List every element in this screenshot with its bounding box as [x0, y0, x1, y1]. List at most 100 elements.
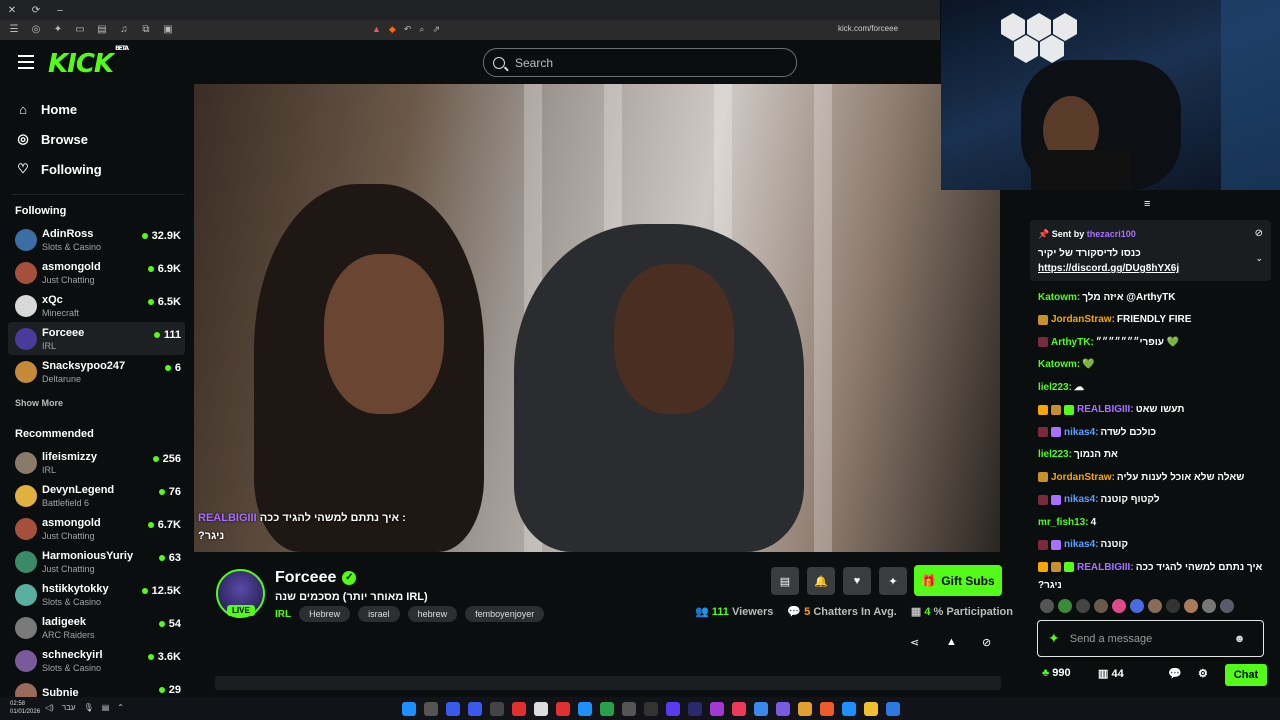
follow-button[interactable]: ♥: [843, 567, 871, 595]
app-icon[interactable]: [666, 702, 680, 716]
sidebar-channel[interactable]: asmongold Just Chatting 6.7K: [0, 512, 193, 545]
app-icon[interactable]: [820, 702, 834, 716]
app-icon[interactable]: [578, 702, 592, 716]
emote[interactable]: [1184, 599, 1198, 613]
chat-input-box[interactable]: ✦ ☻: [1037, 620, 1264, 657]
share-icon[interactable]: ⋖: [910, 636, 919, 649]
warning-icon[interactable]: ▲: [372, 24, 381, 35]
sidebar-channel[interactable]: AdinRoss Slots & Casino 32.9K: [0, 223, 193, 256]
search-bar[interactable]: [483, 48, 797, 77]
app-icon[interactable]: [886, 702, 900, 716]
subs-display[interactable]: ▥ 44: [1098, 667, 1124, 680]
nav-browse[interactable]: ◎ Browse: [0, 124, 193, 154]
sidebar-channel[interactable]: HarmoniousYuriy Just Chatting 63: [0, 545, 193, 578]
emoji-icon[interactable]: ☻: [1234, 633, 1246, 645]
app-icon[interactable]: [732, 702, 746, 716]
chat-username[interactable]: Katowm:: [1038, 291, 1080, 304]
sidebar-icon[interactable]: ▭: [72, 24, 88, 36]
sidebar-channel[interactable]: asmongold Just Chatting 6.9K: [0, 256, 193, 289]
language-indicator[interactable]: עבר: [62, 703, 76, 712]
emote[interactable]: [1112, 599, 1126, 613]
tag[interactable]: Hebrew: [299, 606, 351, 622]
sidebar-channel[interactable]: ladigeek ARC Raiders 54: [0, 611, 193, 644]
address-bar[interactable]: kick.com/forceee: [838, 24, 898, 33]
chat-username[interactable]: Katowm:: [1038, 358, 1080, 371]
gear-icon[interactable]: ⚙: [1198, 667, 1208, 680]
chat-send-button[interactable]: Chat: [1225, 664, 1267, 686]
chat-username[interactable]: mr_fish13:: [1038, 516, 1089, 529]
app-icon[interactable]: [534, 702, 548, 716]
sidebar-channel[interactable]: hstikkytokky Slots & Casino 12.5K: [0, 578, 193, 611]
points-display[interactable]: ♣ 990: [1042, 667, 1071, 679]
app-icon[interactable]: [688, 702, 702, 716]
chat-username[interactable]: nikas4:: [1064, 538, 1098, 551]
chat-username[interactable]: nikas4:: [1064, 426, 1098, 439]
chevron-down-icon[interactable]: ⌄: [1255, 253, 1263, 264]
app-icon[interactable]: [644, 702, 658, 716]
mic-icon[interactable]: 🎙: [84, 703, 94, 712]
tag[interactable]: israel: [358, 606, 400, 622]
back-icon[interactable]: ↶: [404, 24, 412, 35]
sidebar-channel[interactable]: xQc Minecraft 6.5K: [0, 289, 193, 322]
emote[interactable]: [1040, 599, 1054, 613]
notes-icon[interactable]: ▤: [102, 703, 110, 712]
app-icon[interactable]: [468, 702, 482, 716]
sparkle-icon[interactable]: ✦: [1048, 630, 1060, 647]
search-icon[interactable]: ⌕: [419, 24, 424, 35]
app-icon[interactable]: [600, 702, 614, 716]
app-icon[interactable]: [446, 702, 460, 716]
app-icon[interactable]: [798, 702, 812, 716]
emote[interactable]: [1058, 599, 1072, 613]
sidebar-channel[interactable]: lifeismizzy IRL 256: [0, 446, 193, 479]
speaker-icon[interactable]: ◁): [45, 703, 54, 712]
close-window-button[interactable]: ✕: [0, 5, 24, 16]
chat-username[interactable]: REALBIGIII:: [1077, 403, 1134, 416]
reload-button[interactable]: ⟳: [24, 5, 48, 16]
nav-following[interactable]: ♡ Following: [0, 154, 193, 184]
chevron-up-icon[interactable]: ⌃: [117, 703, 124, 712]
hide-icon[interactable]: ⊘: [982, 636, 991, 649]
streamer-name[interactable]: Forceee ✓: [275, 569, 357, 587]
tag[interactable]: hebrew: [407, 606, 458, 622]
emote[interactable]: [1166, 599, 1180, 613]
menu-icon[interactable]: ☰: [6, 24, 22, 36]
chat-username[interactable]: JordanStraw:: [1051, 313, 1115, 326]
chat-username[interactable]: nikas4:: [1064, 493, 1098, 506]
app-icon[interactable]: [754, 702, 768, 716]
sidebar-channel[interactable]: DevynLegend Battlefield 6 76: [0, 479, 193, 512]
app-icon[interactable]: [710, 702, 724, 716]
app-icon[interactable]: [556, 702, 570, 716]
report-icon[interactable]: ▲: [946, 636, 957, 648]
pinned-user[interactable]: thezacri100: [1087, 229, 1136, 239]
emote[interactable]: [1202, 599, 1216, 613]
kick-logo[interactable]: KICKBETA: [48, 45, 129, 79]
chat-bubble-icon[interactable]: 💬: [1168, 667, 1182, 680]
app-icon[interactable]: [490, 702, 504, 716]
unpin-icon[interactable]: ⊘: [1255, 228, 1263, 239]
chat-username[interactable]: liel223:: [1038, 381, 1072, 394]
reader-icon[interactable]: ▣: [160, 24, 176, 36]
emote[interactable]: [1220, 599, 1234, 613]
video-player[interactable]: REALBIGIII איך נתתם למשהי להגיד ככה : ?נ…: [194, 84, 1000, 552]
music-icon[interactable]: ♫: [116, 24, 132, 36]
sparkle-button[interactable]: ✦: [879, 567, 907, 595]
share-icon[interactable]: ⇗: [432, 24, 440, 35]
collapse-icon[interactable]: ≡: [1144, 198, 1150, 210]
brave-icon[interactable]: ◆: [389, 24, 396, 35]
gift-subs-button[interactable]: 🎁 Gift Subs: [914, 565, 1002, 596]
minimize-window-button[interactable]: –: [48, 5, 72, 16]
app-icon[interactable]: [864, 702, 878, 716]
nav-home[interactable]: ⌂ Home: [0, 94, 193, 124]
search-input[interactable]: [513, 54, 777, 71]
emote[interactable]: [1076, 599, 1090, 613]
hamburger-menu-button[interactable]: [18, 55, 34, 69]
pinned-link[interactable]: https://discord.gg/DUg8hYX6j: [1038, 263, 1179, 274]
show-more-button[interactable]: Show More: [0, 398, 193, 408]
category-link[interactable]: IRL: [275, 609, 291, 620]
notify-button[interactable]: 🔔: [807, 567, 835, 595]
app-icon[interactable]: [512, 702, 526, 716]
emote[interactable]: [1148, 599, 1162, 613]
app-icon[interactable]: [402, 702, 416, 716]
app-icon[interactable]: [424, 702, 438, 716]
sidebar-channel[interactable]: schneckyirl Slots & Casino 3.6K: [0, 644, 193, 677]
